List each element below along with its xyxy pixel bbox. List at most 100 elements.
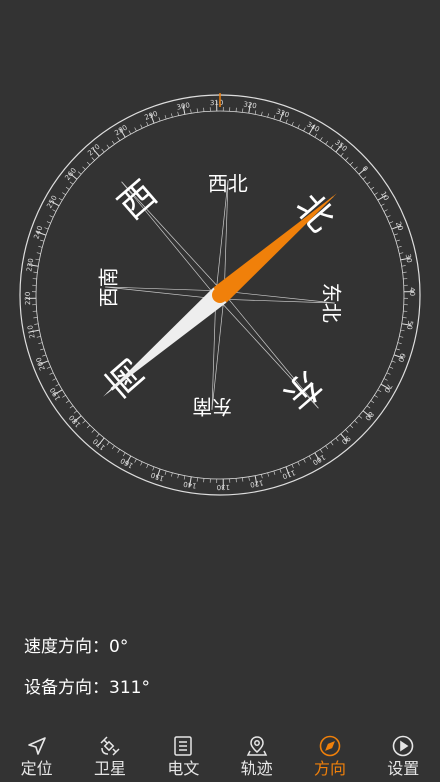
tick xyxy=(358,415,363,419)
ring-number: 280 xyxy=(113,124,129,138)
tick xyxy=(38,246,43,248)
tick xyxy=(101,148,105,153)
tick xyxy=(395,348,400,351)
needle-pivot xyxy=(212,287,228,303)
ring-number: 40 xyxy=(408,287,416,296)
tick xyxy=(325,140,329,145)
tick xyxy=(62,394,66,398)
tick xyxy=(401,265,406,267)
tick xyxy=(261,111,263,116)
tick xyxy=(273,470,276,475)
tick xyxy=(171,472,173,477)
tick xyxy=(65,186,70,190)
tick xyxy=(40,239,45,242)
tick xyxy=(397,246,402,248)
ring-number: 220 xyxy=(24,292,32,306)
tick xyxy=(91,157,95,161)
tick xyxy=(389,366,394,369)
tick xyxy=(44,227,49,230)
tick xyxy=(36,252,41,254)
tick xyxy=(117,449,121,453)
ring-number: 70 xyxy=(382,382,393,394)
tab-track[interactable]: 轨迹 xyxy=(220,728,293,782)
bottom-tab-bar: 定位 卫星 电文 轨迹 方向 设置 xyxy=(0,728,440,782)
tick xyxy=(40,348,45,351)
tick xyxy=(190,109,192,114)
tick xyxy=(117,137,121,141)
tick xyxy=(349,424,354,429)
tab-label: 定位 xyxy=(20,759,53,778)
ring-number: 200 xyxy=(35,356,47,371)
tab-label: 设置 xyxy=(387,759,420,778)
tick xyxy=(399,336,404,338)
tab-settings[interactable]: 设置 xyxy=(367,728,440,782)
tick xyxy=(52,209,57,212)
tick xyxy=(335,437,339,442)
ring-number: 330 xyxy=(275,108,290,120)
tick xyxy=(122,452,126,457)
tick xyxy=(380,203,385,207)
tick xyxy=(319,449,323,453)
compass-icon xyxy=(319,735,341,757)
tab-label: 方向 xyxy=(313,759,346,778)
tick xyxy=(354,420,358,424)
tick xyxy=(177,474,179,479)
tick xyxy=(69,181,74,185)
tick xyxy=(389,221,394,224)
ring-number: 260 xyxy=(63,166,78,181)
tab-message[interactable]: 电文 xyxy=(147,728,220,782)
play-circle-icon xyxy=(392,735,414,757)
map-pin-icon xyxy=(246,736,267,756)
tick xyxy=(374,394,378,398)
tick xyxy=(91,429,95,433)
tick xyxy=(383,209,388,212)
tick xyxy=(65,400,70,404)
ring-number: 20 xyxy=(394,221,405,232)
tick xyxy=(73,410,78,414)
ring-number: 190 xyxy=(49,386,63,402)
tick xyxy=(106,144,110,149)
tick xyxy=(340,152,344,157)
tab-direction[interactable]: 方向 xyxy=(293,728,366,782)
tick xyxy=(291,121,294,126)
tick xyxy=(377,389,382,393)
tick xyxy=(279,468,282,473)
tick xyxy=(69,405,74,409)
speed-direction-text: 速度方向：0° xyxy=(24,637,129,657)
ring-number: 340 xyxy=(305,120,321,133)
tab-label: 卫星 xyxy=(93,759,126,778)
tick xyxy=(146,464,149,469)
tick xyxy=(362,176,367,180)
tick xyxy=(111,445,115,450)
tab-location[interactable]: 定位 xyxy=(0,728,73,782)
tick xyxy=(267,113,269,118)
tick xyxy=(35,258,40,261)
tick xyxy=(55,383,60,387)
tick xyxy=(391,360,396,363)
tick xyxy=(330,144,334,149)
needle-north xyxy=(213,193,337,303)
tick xyxy=(86,424,91,429)
tick xyxy=(152,466,155,471)
ring-number: 50 xyxy=(405,320,414,330)
tab-label: 电文 xyxy=(167,759,200,778)
tick xyxy=(366,181,371,185)
tick xyxy=(330,441,334,446)
intercardinal-label-northeast: 东北 xyxy=(320,283,344,323)
ring-number: 290 xyxy=(144,110,159,122)
tick xyxy=(49,372,54,375)
tick xyxy=(58,197,63,201)
tick xyxy=(383,378,388,381)
ring-number: 310 xyxy=(210,99,224,107)
ring-number: 140 xyxy=(183,480,197,490)
tick xyxy=(345,157,349,161)
tick xyxy=(77,171,82,175)
intercardinal-label-northwest: 西北 xyxy=(208,171,248,195)
ring-number: 110 xyxy=(281,468,296,480)
tab-satellite[interactable]: 卫星 xyxy=(73,728,146,782)
tick xyxy=(146,121,149,126)
tick xyxy=(36,336,41,338)
tick xyxy=(386,372,391,375)
tick xyxy=(393,233,398,236)
tick xyxy=(297,124,300,129)
